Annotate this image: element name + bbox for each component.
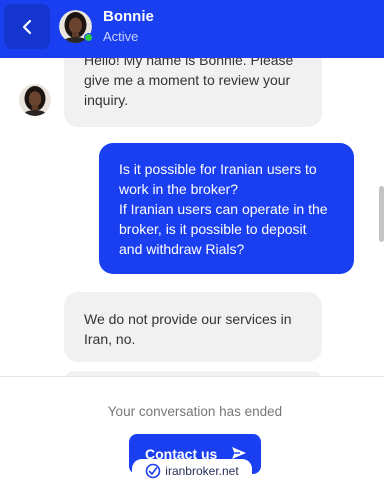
agent-status: Active	[103, 29, 139, 44]
chat-footer: Your conversation has ended Contact us i…	[0, 376, 384, 482]
agent-message: We do not provide our services in Iran, …	[64, 292, 322, 362]
check-badge-icon	[145, 463, 161, 479]
message-line: Hello! My name is Bonnie. Please	[84, 58, 294, 68]
message-line: broker, is it possible to deposit	[119, 221, 307, 237]
message-line: We do not provide our services in	[84, 311, 292, 327]
chevron-left-icon	[22, 19, 32, 34]
message-line: If Iranian users can operate in the	[119, 201, 328, 217]
message-line: give me a moment to review your	[84, 72, 291, 88]
agent-message-avatar	[19, 84, 51, 116]
chat-messages[interactable]: Hello! My name is Bonnie. Please give me…	[0, 58, 384, 376]
watermark: iranbroker.net	[132, 459, 252, 482]
chat-header: Bonnie Active	[0, 0, 384, 58]
agent-name: Bonnie	[103, 8, 154, 25]
message-line: work in the broker?	[119, 181, 239, 197]
scrollbar-thumb[interactable]	[379, 186, 384, 242]
agent-message: Hello! My name is Bonnie. Please give me…	[64, 58, 322, 127]
conversation-ended-text: Your conversation has ended	[107, 404, 283, 419]
message-line: Iran, no.	[84, 331, 136, 347]
user-message: Is it possible for Iranian users to work…	[99, 143, 354, 274]
watermark-text: iranbroker.net	[165, 464, 239, 478]
message-line: inquiry.	[84, 92, 129, 108]
message-line: Is it possible for Iranian users to	[119, 161, 317, 177]
back-button[interactable]	[4, 4, 50, 49]
online-status-dot	[84, 33, 93, 42]
agent-avatar	[59, 10, 93, 43]
message-line: and withdraw Rials?	[119, 241, 245, 257]
